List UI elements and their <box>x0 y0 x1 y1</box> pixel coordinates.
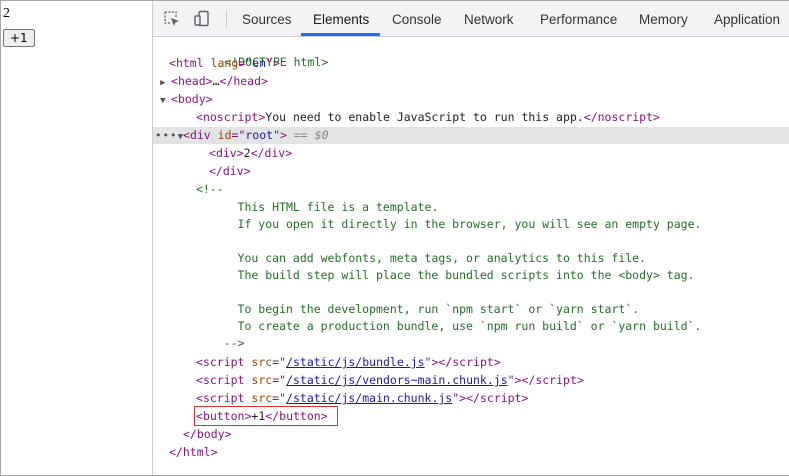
script-src-link[interactable]: /static/js/main.chunk.js <box>286 391 452 405</box>
toolbar-separator <box>226 10 227 28</box>
active-tab-indicator <box>301 33 380 36</box>
noscript-close-tag: noscript <box>597 110 654 124</box>
collapse-triangle-icon[interactable]: ▼ <box>153 93 171 110</box>
comment-text: You can add webfonts, meta tags, or anal… <box>196 251 647 265</box>
script-close-tag: script <box>535 373 577 387</box>
highlight-annotation-box <box>194 406 338 426</box>
comment-line-9: --> <box>153 335 789 352</box>
more-options-icon[interactable]: ••• <box>155 127 177 144</box>
dom-node-head[interactable]: ▶ <head>…</head> <box>153 73 789 90</box>
dom-tree: <!DOCTYPE html> <html lang="en"> ▶ <head… <box>153 37 789 475</box>
comment-text: --> <box>196 336 245 350</box>
comment-text: <!-- <box>196 182 224 196</box>
comment-text: The build step will place the bundled sc… <box>196 268 695 282</box>
script-tag: script <box>202 373 245 387</box>
device-toggle-icon[interactable] <box>193 10 211 28</box>
inner-div-text: 2 <box>243 146 251 160</box>
body-tag: body <box>177 92 206 106</box>
dom-node-body[interactable]: ▼ <body> <box>153 91 789 108</box>
comment-line-3 <box>153 233 789 250</box>
devtools-panel: Sources Elements Console Network Perform… <box>152 1 789 475</box>
root-div-attr-value: root <box>245 128 274 142</box>
script-attr-name: src <box>251 373 273 387</box>
inner-div-tag: div <box>215 146 237 160</box>
root-div-close-tag: div <box>222 164 244 178</box>
html-tag: html <box>175 56 204 70</box>
dom-node-inner-div[interactable]: <div>2</div> <box>153 145 789 162</box>
console-ref: == $0 <box>293 128 329 142</box>
script-close-tag: script <box>452 355 494 369</box>
script-tag: script <box>202 355 245 369</box>
dom-node-noscript[interactable]: <noscript>You need to enable JavaScript … <box>153 109 789 126</box>
html-close-tag: html <box>182 445 211 459</box>
dom-node-script[interactable]: <script src="/static/js/vendors~main.chu… <box>153 372 789 389</box>
inner-div-close-tag: div <box>264 146 286 160</box>
tab-elements[interactable]: Elements <box>313 1 369 36</box>
tab-sources[interactable]: Sources <box>242 1 292 36</box>
comment-line-5: The build step will place the bundled sc… <box>153 267 789 284</box>
inspect-element-icon[interactable] <box>163 10 181 28</box>
head-close-tag: head <box>233 74 262 88</box>
script-src-link[interactable]: /static/js/vendors~main.chunk.js <box>286 373 508 387</box>
script-attr-name: src <box>251 391 273 405</box>
html-attr-name: lang <box>210 56 239 70</box>
dom-node-script[interactable]: <script src="/static/js/main.chunk.js"><… <box>153 390 789 407</box>
head-ellipsis: … <box>212 74 220 88</box>
head-tag: head <box>177 74 206 88</box>
tab-application[interactable]: Application <box>714 1 780 36</box>
devtools-toolbar: Sources Elements Console Network Perform… <box>153 1 789 37</box>
tab-memory[interactable]: Memory <box>639 1 688 36</box>
comment-line-7: To begin the development, run `npm start… <box>153 301 789 318</box>
expand-triangle-icon[interactable]: ▶ <box>153 75 171 92</box>
dom-node-body-close[interactable]: </body> <box>153 426 789 443</box>
window-frame: 2 +1 Sources Elements Console Network Pe… <box>0 0 789 476</box>
comment-line-6 <box>153 284 789 301</box>
dom-node-html[interactable]: <html lang="en"> <box>153 55 789 72</box>
script-src-link[interactable]: /static/js/bundle.js <box>286 355 424 369</box>
script-close-tag: script <box>479 391 522 405</box>
root-div-attr-name: id <box>217 128 232 142</box>
dom-node-root-div-close[interactable]: </div> <box>153 163 789 180</box>
dom-node-root-div[interactable]: ••• ▼<div id="root"> == $0 <box>153 127 789 144</box>
comment-line-4: You can add webfonts, meta tags, or anal… <box>153 250 789 267</box>
html-attr-value: en <box>252 56 266 70</box>
comment-text: To create a production bundle, use `npm … <box>196 319 702 333</box>
tab-console[interactable]: Console <box>392 1 442 36</box>
script-attr-name: src <box>251 355 273 369</box>
comment-text: If you open it directly in the browser, … <box>196 217 702 231</box>
comment-line-2: If you open it directly in the browser, … <box>153 216 789 233</box>
app-viewport: 2 +1 <box>1 1 151 475</box>
dom-node-script[interactable]: <script src="/static/js/bundle.js"></scr… <box>153 354 789 371</box>
comment-line-1: This HTML file is a template. <box>153 199 789 216</box>
increment-button[interactable]: +1 <box>3 29 35 47</box>
counter-display: 2 <box>3 6 10 21</box>
dom-node-doctype[interactable]: <!DOCTYPE html> <box>153 37 789 69</box>
comment-text: This HTML file is a template. <box>196 200 439 214</box>
noscript-text: You need to enable JavaScript to run thi… <box>265 110 584 124</box>
tab-performance[interactable]: Performance <box>540 1 617 36</box>
root-div-tag: div <box>189 128 211 142</box>
comment-line-8: To create a production bundle, use `npm … <box>153 318 789 335</box>
body-close-tag: body <box>196 427 225 441</box>
noscript-tag: noscript <box>202 110 259 124</box>
comment-line-0[interactable]: <!-- <box>153 181 789 198</box>
comment-text: To begin the development, run `npm start… <box>196 302 640 316</box>
tab-network[interactable]: Network <box>464 1 514 36</box>
script-tag: script <box>202 391 245 405</box>
dom-node-html-close[interactable]: </html> <box>153 444 789 461</box>
